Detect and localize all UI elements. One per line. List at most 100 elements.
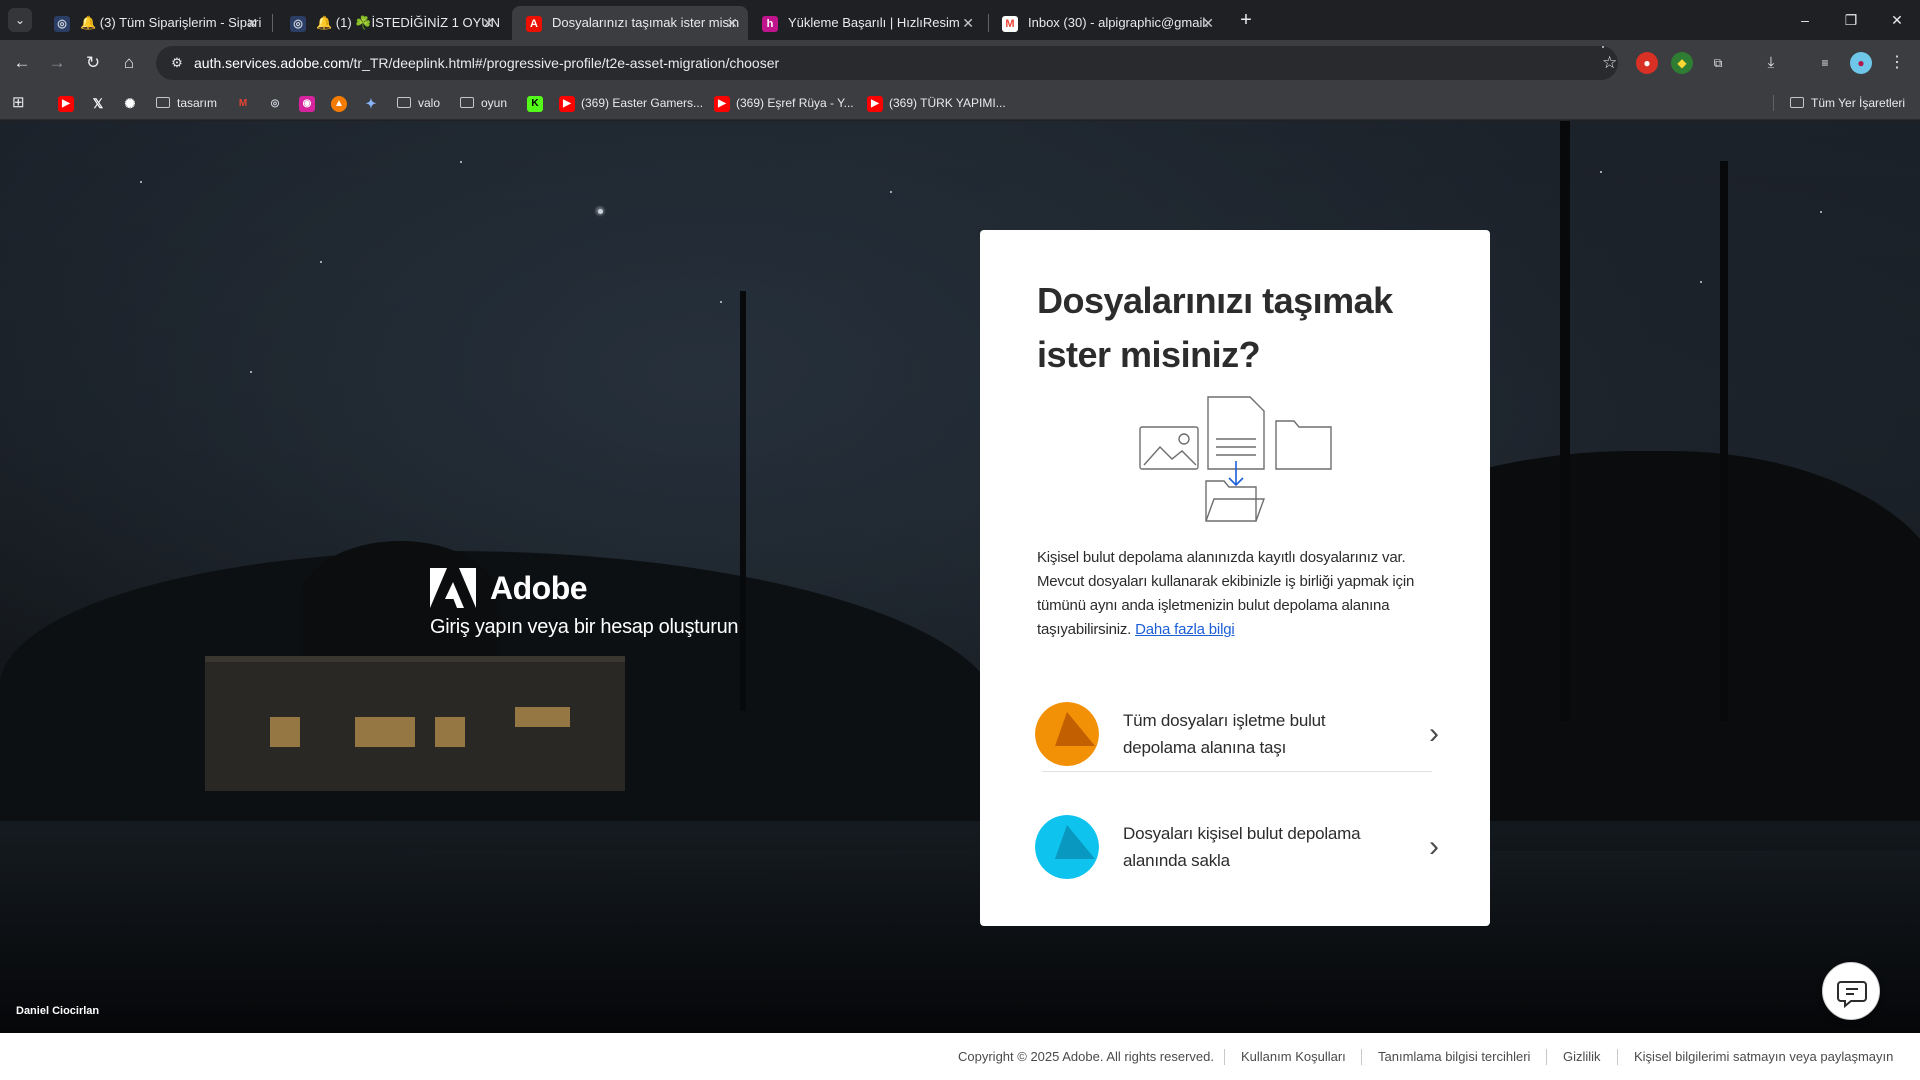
bookmarks-separator bbox=[1773, 95, 1774, 111]
tab-adobe-active[interactable]: A Dosyalarınızı taşımak ister misin ✕ bbox=[512, 6, 748, 40]
page-title: Dosyalarınızı taşımak ister misiniz? bbox=[1037, 280, 1393, 375]
folder-icon bbox=[156, 97, 170, 109]
bookmark-label: tasarım bbox=[177, 96, 218, 110]
star bbox=[720, 301, 722, 303]
bookmark-folder-tasarim[interactable]: tasarım bbox=[156, 86, 217, 120]
close-icon[interactable]: ✕ bbox=[726, 6, 738, 40]
gmail-icon: M bbox=[238, 97, 248, 109]
close-icon[interactable]: ✕ bbox=[1202, 6, 1214, 40]
apps-grid-icon[interactable]: ⊞ bbox=[12, 86, 25, 120]
all-bookmarks-folder[interactable]: Tüm Yer İşaretleri bbox=[1790, 86, 1905, 120]
close-icon[interactable]: ✕ bbox=[246, 6, 258, 40]
tab-gmail[interactable]: M Inbox (30) - alpigraphic@gmail. ✕ bbox=[988, 6, 1224, 40]
bookmark-gmail[interactable]: M bbox=[235, 86, 257, 120]
bookmark-swirl[interactable]: ◎ bbox=[267, 86, 289, 120]
extension-red-icon[interactable]: ● bbox=[1636, 52, 1658, 74]
bookmark-instagram[interactable]: ◉ bbox=[299, 86, 321, 120]
tab-title: 🔔 (1) ☘️İSTEDİĞİNİZ 1 OYUN bbox=[316, 15, 501, 30]
youtube-icon: ▶ bbox=[559, 95, 575, 112]
adobe-icon: A bbox=[526, 16, 542, 32]
kick-icon: K bbox=[527, 95, 543, 112]
footer-separator bbox=[1546, 1049, 1547, 1065]
tab-separator bbox=[272, 14, 273, 32]
brand-name: Adobe bbox=[490, 570, 588, 606]
business-storage-icon bbox=[1035, 702, 1099, 766]
swirl-icon: ◎ bbox=[290, 16, 306, 32]
file-migration-illustration bbox=[1139, 396, 1332, 522]
chevron-right-icon: › bbox=[1429, 717, 1439, 750]
swirl-icon: ◎ bbox=[54, 16, 70, 32]
bookmark-label: oyun bbox=[481, 96, 508, 110]
bookmark-esref-ruya[interactable]: ▶ (369) Eşref Rüya - Y... bbox=[714, 86, 854, 120]
tab-search-button[interactable]: ⌄ bbox=[8, 8, 32, 32]
bookmark-star-icon[interactable]: ☆ bbox=[1602, 46, 1617, 72]
youtube-icon: ▶ bbox=[58, 95, 74, 112]
media-queue-icon[interactable]: ≡ bbox=[1814, 52, 1836, 74]
option-keep-personal[interactable]: Dosyaları kişisel bulut depolama alanınd… bbox=[1035, 803, 1445, 893]
terms-link[interactable]: Kullanım Koşulları bbox=[1241, 1033, 1346, 1080]
brand-tagline: Giriş yapın veya bir hesap oluşturun bbox=[430, 616, 739, 638]
close-icon[interactable]: ✕ bbox=[482, 6, 494, 40]
tab-title: 🔔 (3) Tüm Siparişlerim - Sipari bbox=[80, 15, 262, 30]
chevron-right-icon: › bbox=[1429, 830, 1439, 863]
site-info-icon[interactable]: ⚙ bbox=[168, 54, 186, 72]
bookmark-folder-valo[interactable]: valo bbox=[397, 86, 440, 120]
forward-arrow-icon[interactable]: → bbox=[43, 49, 71, 77]
bookmark-gemini[interactable]: ✦ bbox=[363, 86, 385, 120]
footer-separator bbox=[1361, 1049, 1362, 1065]
bookmark-orange-app[interactable]: ▲ bbox=[331, 86, 353, 120]
tab-title: Yükleme Başarılı | HızlıResim bbox=[788, 15, 960, 30]
bookmark-easter-gamers[interactable]: ▶ (369) Easter Gamers... bbox=[559, 86, 703, 120]
bookmark-label: (369) Eşref Rüya - Y... bbox=[736, 96, 854, 110]
download-icon[interactable]: ⤓ bbox=[1760, 52, 1782, 74]
lakeside-house bbox=[205, 656, 625, 791]
house-window bbox=[270, 717, 300, 747]
extensions-puzzle-icon[interactable]: ⧉ bbox=[1707, 52, 1729, 74]
tab-siparislerim[interactable]: ◎ 🔔 (3) Tüm Siparişlerim - Sipari ✕ bbox=[40, 6, 268, 40]
chat-bubble-icon bbox=[1837, 981, 1867, 1009]
do-not-sell-link[interactable]: Kişisel bilgilerimi satmayın veya paylaş… bbox=[1634, 1033, 1893, 1080]
profile-avatar[interactable]: ● bbox=[1850, 52, 1872, 74]
house-window bbox=[435, 717, 465, 747]
home-icon[interactable]: ⌂ bbox=[115, 49, 143, 77]
bookmark-youtube[interactable]: ▶ bbox=[58, 86, 80, 120]
extension-green-icon[interactable]: ◆ bbox=[1671, 52, 1693, 74]
copyright-text: Copyright © 2025 Adobe. All rights reser… bbox=[958, 1049, 1215, 1064]
footer-separator bbox=[1224, 1049, 1225, 1065]
learn-more-link[interactable]: Daha fazla bilgi bbox=[1135, 621, 1235, 638]
bookmark-label: (369) TÜRK YAPIMI... bbox=[889, 96, 1006, 110]
chevron-down-icon: ⌄ bbox=[14, 13, 26, 27]
browser-toolbar: ← → ↻ ⌂ ⚙ auth.services.adobe.com/tr_TR/… bbox=[0, 40, 1920, 86]
close-icon[interactable]: ✕ bbox=[962, 6, 974, 40]
privacy-link[interactable]: Gizlilik bbox=[1563, 1033, 1601, 1080]
house-window bbox=[355, 717, 415, 747]
bookmark-x[interactable]: 𝕏 bbox=[90, 86, 112, 120]
option-move-to-business[interactable]: Tüm dosyaları işletme bulut depolama ala… bbox=[1035, 690, 1445, 780]
address-bar[interactable]: ⚙ auth.services.adobe.com/tr_TR/deeplink… bbox=[156, 46, 1618, 80]
close-window-button[interactable]: ✕ bbox=[1874, 0, 1920, 40]
bookmark-openai[interactable]: ✺ bbox=[122, 86, 144, 120]
menu-kebab-icon[interactable]: ⋮ bbox=[1886, 52, 1908, 74]
new-tab-button[interactable]: + bbox=[1232, 6, 1260, 34]
reload-icon[interactable]: ↻ bbox=[79, 49, 107, 77]
tab-oyun[interactable]: ◎ 🔔 (1) ☘️İSTEDİĞİNİZ 1 OYUN ✕ bbox=[276, 6, 504, 40]
all-bookmarks-label: Tüm Yer İşaretleri bbox=[1811, 96, 1906, 110]
url-path: /tr_TR/deeplink.html#/progressive-profil… bbox=[349, 55, 780, 71]
url-text[interactable]: auth.services.adobe.com/tr_TR/deeplink.h… bbox=[194, 46, 779, 80]
bookmark-turk-yapimi[interactable]: ▶ (369) TÜRK YAPIMI... bbox=[867, 86, 1006, 120]
tab-hizliresim[interactable]: h Yükleme Başarılı | HızlıResim ✕ bbox=[748, 6, 984, 40]
x-icon: 𝕏 bbox=[92, 95, 104, 111]
url-host: auth.services.adobe.com bbox=[194, 55, 350, 71]
youtube-icon: ▶ bbox=[867, 95, 883, 112]
chat-support-button[interactable] bbox=[1822, 962, 1880, 1020]
minimize-button[interactable]: – bbox=[1782, 0, 1828, 40]
tab-title: Dosyalarınızı taşımak ister misin bbox=[552, 15, 740, 30]
bookmark-label: (369) Easter Gamers... bbox=[581, 96, 704, 110]
cookie-preferences-link[interactable]: Tanımlama bilgisi tercihleri bbox=[1378, 1033, 1530, 1080]
instagram-icon: ◉ bbox=[299, 95, 315, 112]
bookmark-folder-oyun[interactable]: oyun bbox=[460, 86, 507, 120]
restore-button[interactable]: ❐ bbox=[1828, 0, 1874, 40]
back-arrow-icon[interactable]: ← bbox=[8, 49, 36, 77]
bookmark-kick[interactable]: K bbox=[527, 86, 549, 120]
description: Kişisel bulut depolama alanınızda kayıtl… bbox=[1037, 546, 1437, 642]
